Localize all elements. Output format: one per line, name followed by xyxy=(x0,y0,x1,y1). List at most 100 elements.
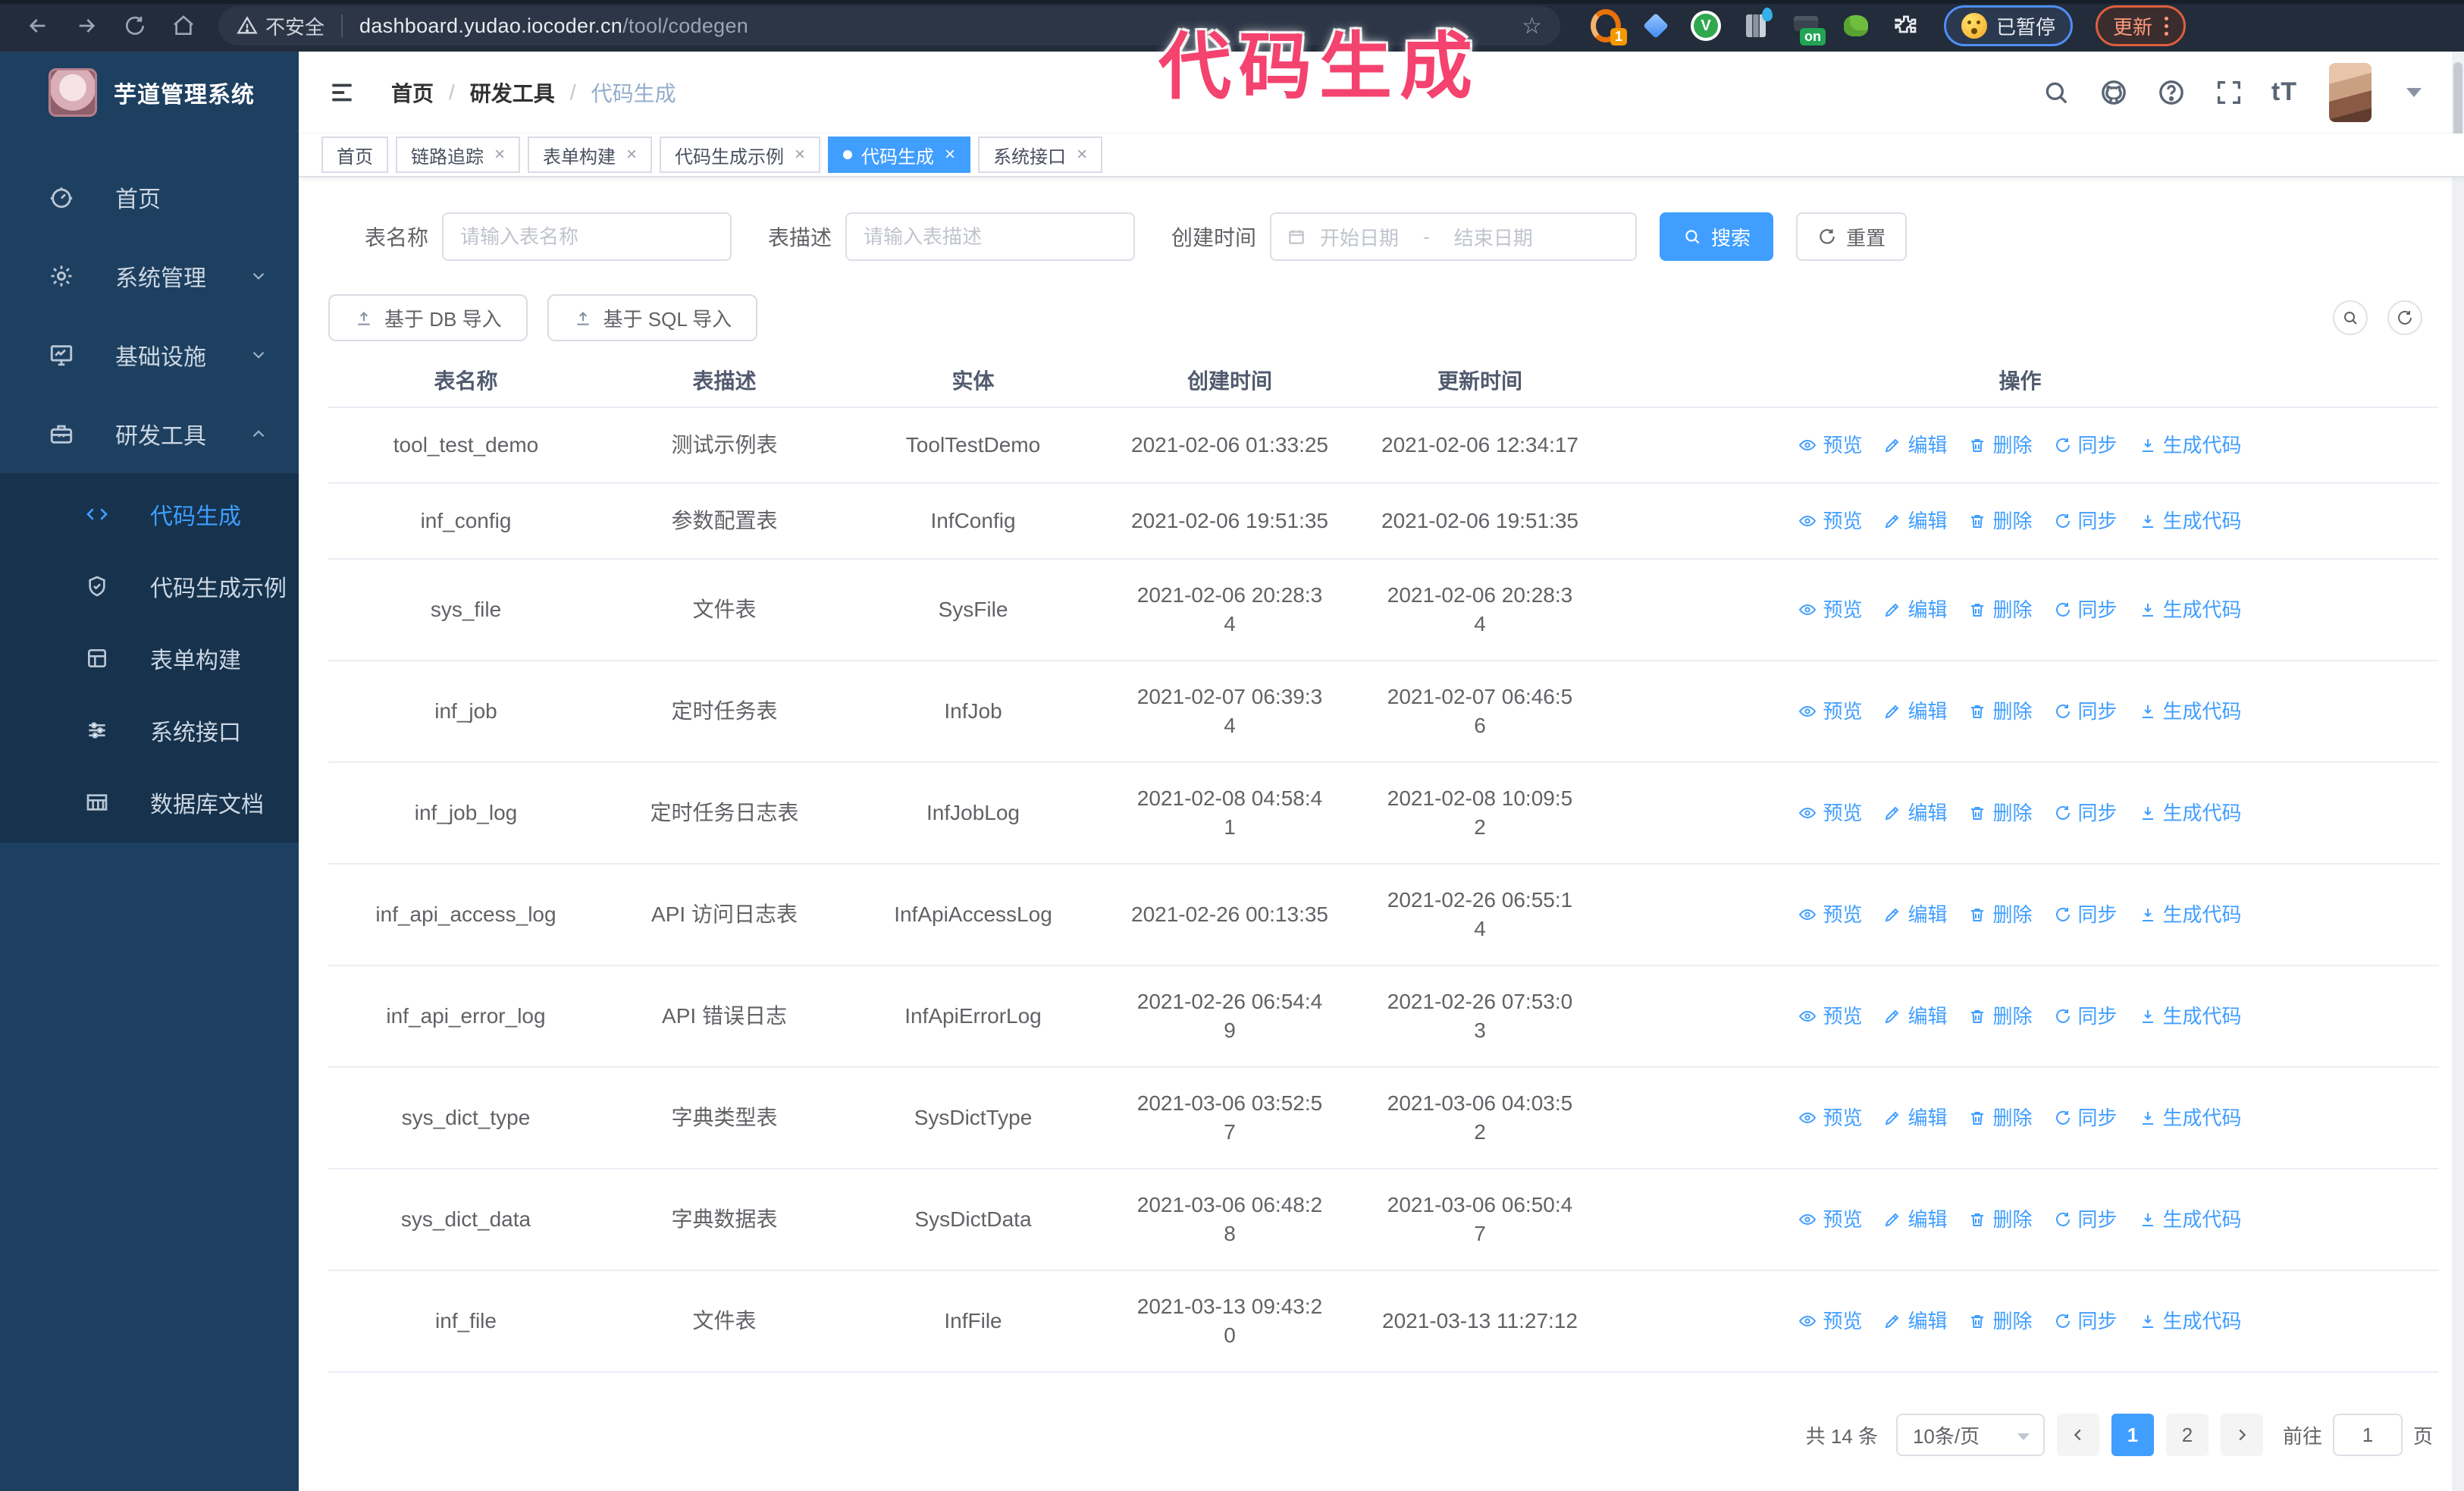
close-icon[interactable]: × xyxy=(795,144,805,165)
columns-ext-icon[interactable] xyxy=(1741,8,1773,41)
sidebar-item-infra[interactable]: 基础设施 xyxy=(0,315,299,394)
gem-ext-icon[interactable] xyxy=(1641,11,1671,41)
caret-down-icon[interactable] xyxy=(2406,87,2422,97)
action-download-link[interactable]: 生成代码 xyxy=(2139,1205,2242,1234)
sidebar-item-form-builder[interactable]: 表单构建 xyxy=(0,622,299,694)
action-sync-link[interactable]: 同步 xyxy=(2054,1103,2118,1132)
tab-api[interactable]: 系统接口 × xyxy=(978,137,1103,173)
action-download-link[interactable]: 生成代码 xyxy=(2139,595,2242,624)
action-download-link[interactable]: 生成代码 xyxy=(2139,1103,2242,1132)
action-download-link[interactable]: 生成代码 xyxy=(2139,507,2242,535)
user-avatar[interactable] xyxy=(2329,62,2372,122)
sidebar-item-codegen-demo[interactable]: 代码生成示例 xyxy=(0,550,299,622)
action-eye-link[interactable]: 预览 xyxy=(1798,1103,1862,1132)
hamburger-icon[interactable] xyxy=(321,72,362,113)
action-edit-link[interactable]: 编辑 xyxy=(1883,507,1947,535)
search-icon[interactable] xyxy=(2041,77,2071,108)
action-edit-link[interactable]: 编辑 xyxy=(1883,1205,1947,1234)
breadcrumb-home[interactable]: 首页 xyxy=(391,77,434,108)
action-download-link[interactable]: 生成代码 xyxy=(2139,431,2242,460)
tab-codegen[interactable]: 代码生成 × xyxy=(828,137,971,173)
sidebar-item-db-doc[interactable]: 数据库文档 xyxy=(0,766,299,838)
next-page-button[interactable] xyxy=(2220,1414,2263,1456)
refresh-button[interactable] xyxy=(2387,300,2422,335)
security-warning[interactable]: 不安全 xyxy=(237,12,324,40)
bookmark-star-icon[interactable]: ☆ xyxy=(1522,13,1542,39)
back-icon[interactable] xyxy=(18,6,58,46)
action-download-link[interactable]: 生成代码 xyxy=(2139,1307,2242,1336)
action-edit-link[interactable]: 编辑 xyxy=(1883,799,1947,827)
action-edit-link[interactable]: 编辑 xyxy=(1883,595,1947,624)
action-download-link[interactable]: 生成代码 xyxy=(2139,900,2242,929)
puzzle-ext-icon[interactable] xyxy=(1891,11,1921,41)
tab-codegen-demo[interactable]: 代码生成示例 × xyxy=(660,137,821,173)
tab-home[interactable]: 首页 xyxy=(321,137,388,173)
action-eye-link[interactable]: 预览 xyxy=(1798,900,1862,929)
action-sync-link[interactable]: 同步 xyxy=(2054,595,2118,624)
action-delete-link[interactable]: 删除 xyxy=(1968,431,2033,460)
action-sync-link[interactable]: 同步 xyxy=(2054,431,2118,460)
action-delete-link[interactable]: 删除 xyxy=(1968,697,2033,726)
reset-button[interactable]: 重置 xyxy=(1796,212,1908,261)
page-button-1[interactable]: 1 xyxy=(2111,1414,2154,1456)
action-eye-link[interactable]: 预览 xyxy=(1798,697,1862,726)
close-icon[interactable]: × xyxy=(626,144,637,165)
window-scrollbar[interactable] xyxy=(2452,52,2464,1491)
action-delete-link[interactable]: 删除 xyxy=(1968,1205,2033,1234)
action-delete-link[interactable]: 删除 xyxy=(1968,1307,2033,1336)
action-eye-link[interactable]: 预览 xyxy=(1798,1205,1862,1234)
forward-icon[interactable] xyxy=(67,6,106,46)
action-edit-link[interactable]: 编辑 xyxy=(1883,1307,1947,1336)
help-icon[interactable] xyxy=(2156,77,2187,108)
table-desc-input[interactable] xyxy=(845,212,1136,261)
action-delete-link[interactable]: 删除 xyxy=(1968,595,2033,624)
breadcrumb-dev-tools[interactable]: 研发工具 xyxy=(470,77,555,108)
action-sync-link[interactable]: 同步 xyxy=(2054,697,2118,726)
db-import-button[interactable]: 基于 DB 导入 xyxy=(328,294,528,341)
sidebar-item-home[interactable]: 首页 xyxy=(0,158,299,237)
action-sync-link[interactable]: 同步 xyxy=(2054,799,2118,827)
tag-ext-icon[interactable]: on xyxy=(1791,11,1826,46)
tab-form-builder[interactable]: 表单构建 × xyxy=(528,137,653,173)
close-icon[interactable]: × xyxy=(494,144,505,165)
action-eye-link[interactable]: 预览 xyxy=(1798,431,1862,460)
action-edit-link[interactable]: 编辑 xyxy=(1883,431,1947,460)
action-delete-link[interactable]: 删除 xyxy=(1968,900,2033,929)
goto-page-input[interactable] xyxy=(2332,1414,2403,1456)
github-icon[interactable] xyxy=(2099,77,2129,108)
close-icon[interactable]: × xyxy=(945,144,955,165)
sidebar-item-system[interactable]: 系统管理 xyxy=(0,237,299,315)
loop-ext-icon[interactable]: 1 xyxy=(1591,11,1627,46)
action-download-link[interactable]: 生成代码 xyxy=(2139,697,2242,726)
home-icon[interactable] xyxy=(164,6,203,46)
page-size-select[interactable]: 10条/页 xyxy=(1895,1414,2045,1456)
action-delete-link[interactable]: 删除 xyxy=(1968,1002,2033,1031)
fontsize-icon[interactable]: tT xyxy=(2271,77,2297,107)
reload-icon[interactable] xyxy=(115,6,155,46)
v-ext-icon[interactable] xyxy=(1691,11,1721,41)
update-button[interactable]: 更新 xyxy=(2096,5,2187,46)
tab-trace[interactable]: 链路追踪 × xyxy=(396,137,521,173)
action-sync-link[interactable]: 同步 xyxy=(2054,1307,2118,1336)
action-eye-link[interactable]: 预览 xyxy=(1798,595,1862,624)
sql-import-button[interactable]: 基于 SQL 导入 xyxy=(547,294,758,341)
action-download-link[interactable]: 生成代码 xyxy=(2139,799,2242,827)
action-sync-link[interactable]: 同步 xyxy=(2054,900,2118,929)
action-eye-link[interactable]: 预览 xyxy=(1798,507,1862,535)
close-icon[interactable]: × xyxy=(1077,144,1087,165)
action-edit-link[interactable]: 编辑 xyxy=(1883,697,1947,726)
action-delete-link[interactable]: 删除 xyxy=(1968,507,2033,535)
action-sync-link[interactable]: 同步 xyxy=(2054,1205,2118,1234)
date-range-picker[interactable]: 开始日期 - 结束日期 xyxy=(1270,212,1638,261)
fullscreen-icon[interactable] xyxy=(2214,77,2244,108)
show-search-button[interactable] xyxy=(2333,300,2368,335)
action-sync-link[interactable]: 同步 xyxy=(2054,1002,2118,1031)
action-eye-link[interactable]: 预览 xyxy=(1798,1307,1862,1336)
action-eye-link[interactable]: 预览 xyxy=(1798,799,1862,827)
action-edit-link[interactable]: 编辑 xyxy=(1883,900,1947,929)
table-name-input[interactable] xyxy=(442,212,732,261)
frog-ext-icon[interactable] xyxy=(1841,11,1871,41)
app-logo[interactable]: 芋道管理系统 xyxy=(0,52,299,130)
action-download-link[interactable]: 生成代码 xyxy=(2139,1002,2242,1031)
sidebar-item-dev-tools[interactable]: 研发工具 xyxy=(0,394,299,473)
